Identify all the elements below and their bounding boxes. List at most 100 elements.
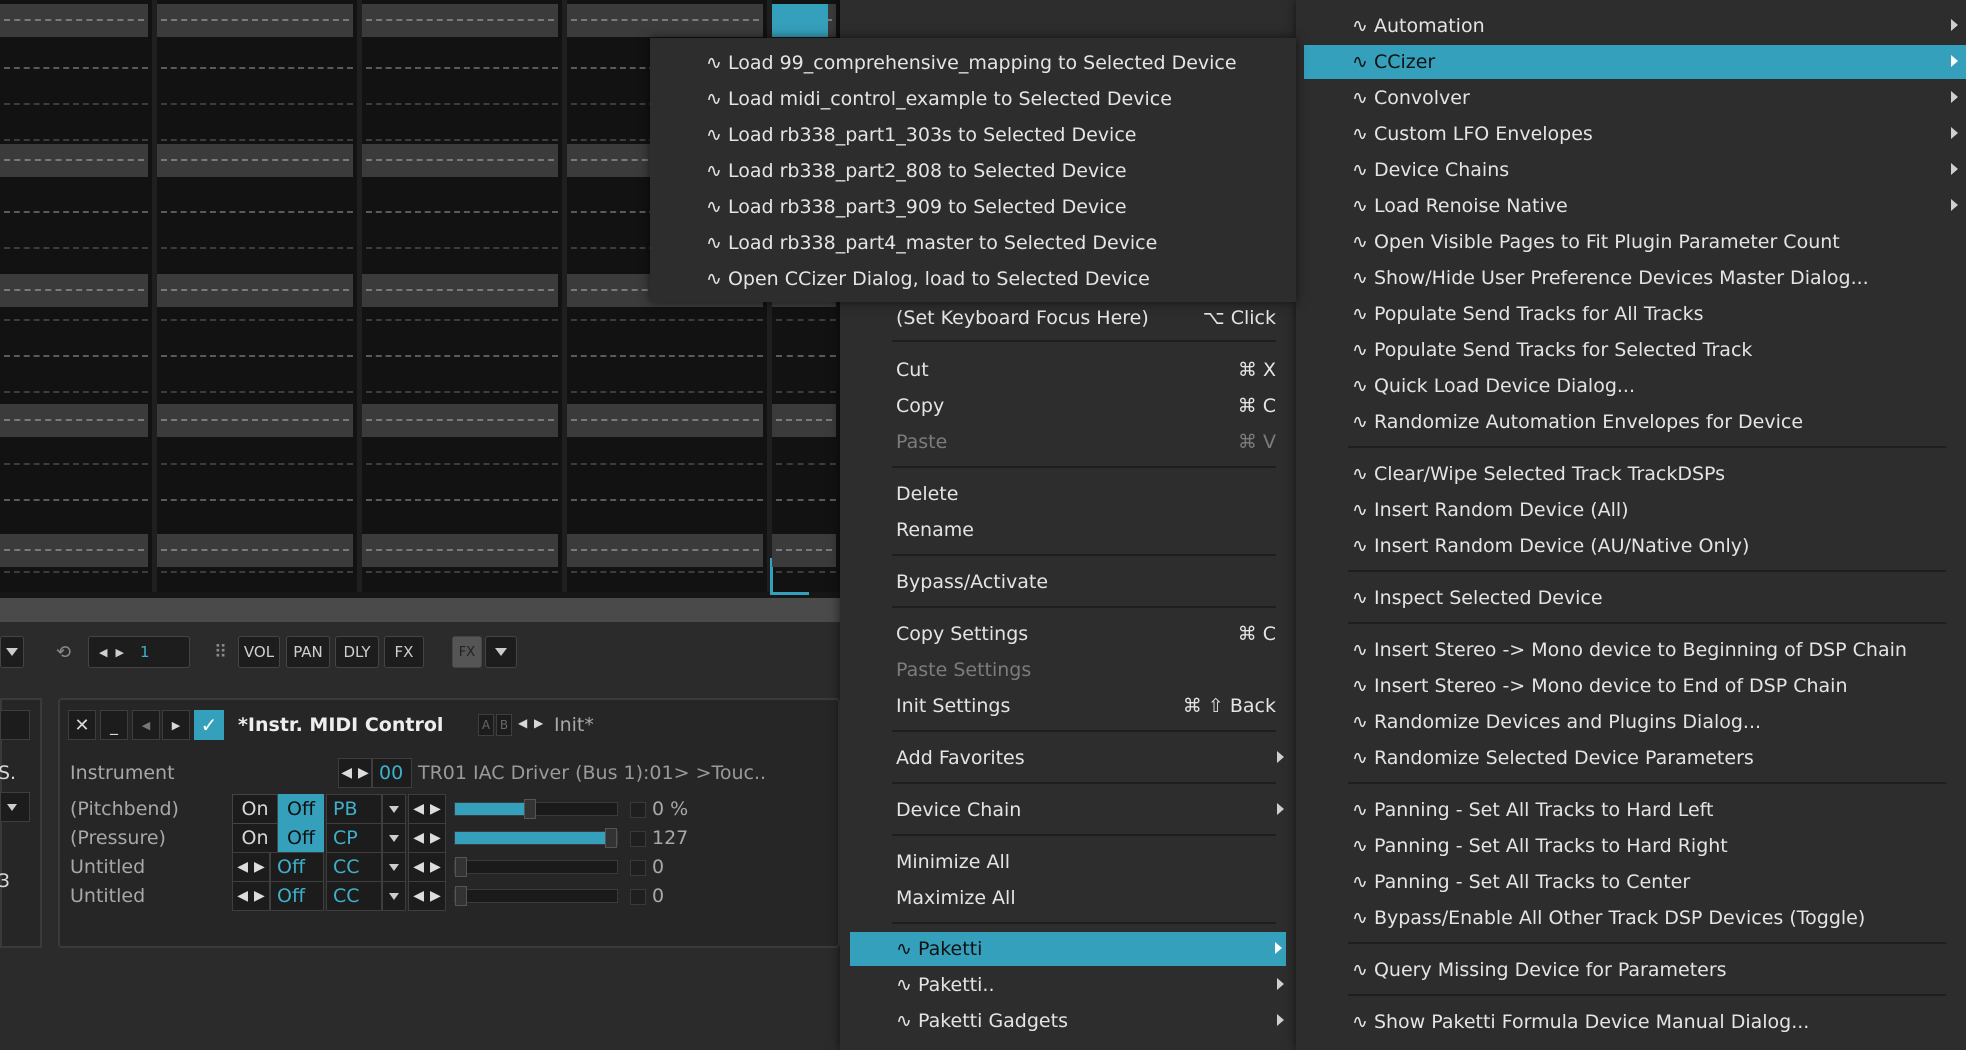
preset-next-icon[interactable]: ▶ [534,716,543,730]
pattern-cell[interactable] [772,534,836,567]
ab-b-button[interactable]: B [496,714,512,736]
cc-value-stepper[interactable]: ◀ ▶ [408,881,446,911]
menu-item-minimize-all[interactable]: Minimize All [840,845,1296,879]
menu-item-open-visible-pages[interactable]: ∿ Open Visible Pages to Fit Plugin Param… [1296,225,1966,259]
cc-slider[interactable] [454,857,618,877]
instrument-stepper[interactable]: ◀ ▶ [338,758,372,788]
menu-item-device-chains[interactable]: ∿ Device Chains [1296,153,1966,187]
preset-prev-icon[interactable]: ◀ [518,716,527,730]
pattern-cell[interactable] [362,274,558,307]
menu-item-populate-send-all[interactable]: ∿ Populate Send Tracks for All Tracks [1296,297,1966,331]
minimize-device-button[interactable]: _ [100,710,128,740]
move-right-button[interactable]: ▶ [162,710,190,740]
device-active-checkbox[interactable]: ✓ [194,710,224,740]
vol-toggle-button[interactable]: VOL [238,636,280,668]
menu-item-paketti-dots[interactable]: ∿ Paketti.. [840,968,1296,1002]
cc-type-dropdown[interactable] [382,852,406,882]
menu-item-copy[interactable]: Copy ⌘ C [840,389,1296,423]
cc-number[interactable]: Off [270,852,324,882]
menu-item-init-settings[interactable]: Init Settings ⌘ ⇧ Back [840,689,1296,723]
menu-item-paste-settings[interactable]: Paste Settings [840,653,1296,687]
menu-item-quick-load-device[interactable]: ∿ Quick Load Device Dialog... [1296,369,1966,403]
fx-toggle-button[interactable]: FX [384,636,424,668]
pattern-cell[interactable] [0,4,148,37]
instrument-number[interactable]: 00 [372,758,412,788]
menu-item-automation[interactable]: ∿ Automation [1296,9,1966,43]
pattern-cell[interactable] [0,274,148,307]
menu-item-show-hide-user-preference[interactable]: ∿ Show/Hide User Preference Devices Mast… [1296,261,1966,295]
cc-value-stepper[interactable]: ◀ ▶ [408,852,446,882]
dly-toggle-button[interactable]: DLY [335,636,379,668]
cc-checkbox[interactable] [630,889,646,905]
left-field[interactable] [0,710,30,740]
pattern-cell[interactable] [157,404,353,437]
slider-knob[interactable] [455,886,467,906]
lines-stepper[interactable]: ◀ ▶ 1 [88,636,190,668]
pattern-cell[interactable] [772,4,836,37]
cc-number-stepper[interactable]: ◀ ▶ [232,852,270,882]
menu-item-custom-lfo-envelopes[interactable]: ∿ Custom LFO Envelopes [1296,117,1966,151]
menu-item-populate-send-selected[interactable]: ∿ Populate Send Tracks for Selected Trac… [1296,333,1966,367]
menu-item-clear-wipe-trackdsps[interactable]: ∿ Clear/Wipe Selected Track TrackDSPs [1296,457,1966,491]
menu-item-randomize-automation[interactable]: ∿ Randomize Automation Envelopes for Dev… [1296,405,1966,439]
pattern-cell[interactable] [362,404,558,437]
close-device-button[interactable]: ✕ [68,710,96,740]
menu-item-insert-random-all[interactable]: ∿ Insert Random Device (All) [1296,493,1966,527]
menu-item-open-ccizer-dialog[interactable]: ∿ Open CCizer Dialog, load to Selected D… [650,262,1296,296]
menu-item-bypass-activate[interactable]: Bypass/Activate [840,565,1296,599]
menu-item-inspect-selected-device[interactable]: ∿ Inspect Selected Device [1296,581,1966,615]
menu-item-insert-random-au-native[interactable]: ∿ Insert Random Device (AU/Native Only) [1296,529,1966,563]
pitchbend-type-dropdown[interactable] [382,794,406,824]
pattern-cell[interactable] [0,404,148,437]
cc-checkbox[interactable] [630,860,646,876]
menu-item-load-renoise-native[interactable]: ∿ Load Renoise Native [1296,189,1966,223]
cc-slider[interactable] [454,886,618,906]
menu-item-add-favorites[interactable]: Add Favorites [840,741,1296,775]
pressure-stepper[interactable]: ◀ ▶ [408,823,446,853]
pitchbend-slider[interactable] [454,799,618,819]
fx-dropdown-button[interactable] [485,636,517,668]
pattern-cell[interactable] [0,534,148,567]
pattern-cell[interactable] [0,144,148,177]
menu-item-bypass-enable-other-dsp[interactable]: ∿ Bypass/Enable All Other Track DSP Devi… [1296,901,1966,935]
menu-item-maximize-all[interactable]: Maximize All [840,881,1296,915]
pressure-slider[interactable] [454,828,618,848]
menu-item-panning-hard-left[interactable]: ∿ Panning - Set All Tracks to Hard Left [1296,793,1966,827]
pattern-cell[interactable] [157,4,353,37]
menu-item-load-rb338-part3[interactable]: ∿ Load rb338_part3_909 to Selected Devic… [650,190,1296,224]
pattern-cell[interactable] [362,534,558,567]
move-left-button[interactable]: ◀ [132,710,160,740]
menu-item-cut[interactable]: Cut ⌘ X [840,353,1296,387]
menu-item-randomize-devices-dialog[interactable]: ∿ Randomize Devices and Plugins Dialog..… [1296,705,1966,739]
cc-type[interactable]: CC [326,852,382,882]
fx-icon-button[interactable]: FX [452,636,482,668]
pressure-on-button[interactable]: On [232,823,278,853]
menu-item-keyboard-focus[interactable]: (Set Keyboard Focus Here) ⌥ Click [840,301,1296,335]
pitchbend-checkbox[interactable] [630,802,646,818]
pattern-horizontal-scrollbar[interactable] [0,598,840,622]
cc-number[interactable]: Off [270,881,324,911]
pressure-off-button[interactable]: Off [278,823,324,853]
menu-item-rename[interactable]: Rename [840,513,1296,547]
cc-number-stepper[interactable]: ◀ ▶ [232,881,270,911]
slider-knob[interactable] [605,828,617,848]
pattern-cell[interactable] [157,144,353,177]
ab-a-button[interactable]: A [478,714,494,736]
pitchbend-on-button[interactable]: On [232,794,278,824]
menu-item-query-missing-device[interactable]: ∿ Query Missing Device for Parameters [1296,953,1966,987]
pattern-cell[interactable] [567,534,763,567]
pan-toggle-button[interactable]: PAN [286,636,330,668]
menu-item-copy-settings[interactable]: Copy Settings ⌘ C [840,617,1296,651]
pressure-checkbox[interactable] [630,831,646,847]
menu-item-delete[interactable]: Delete [840,477,1296,511]
pattern-cell[interactable] [157,274,353,307]
menu-item-ccizer[interactable]: ∿ CCizer [1304,45,1966,79]
menu-item-load-99-comprehensive[interactable]: ∿ Load 99_comprehensive_mapping to Selec… [650,46,1296,80]
left-dropdown[interactable] [0,792,30,822]
menu-item-paketti[interactable]: ∿ Paketti [850,932,1286,966]
menu-item-randomize-device-parameters[interactable]: ∿ Randomize Selected Device Parameters [1296,741,1966,775]
dropdown-arrow-button[interactable] [0,636,24,668]
menu-item-stereo-mono-end[interactable]: ∿ Insert Stereo -> Mono device to End of… [1296,669,1966,703]
menu-item-device-chain[interactable]: Device Chain [840,793,1296,827]
pressure-type-dropdown[interactable] [382,823,406,853]
